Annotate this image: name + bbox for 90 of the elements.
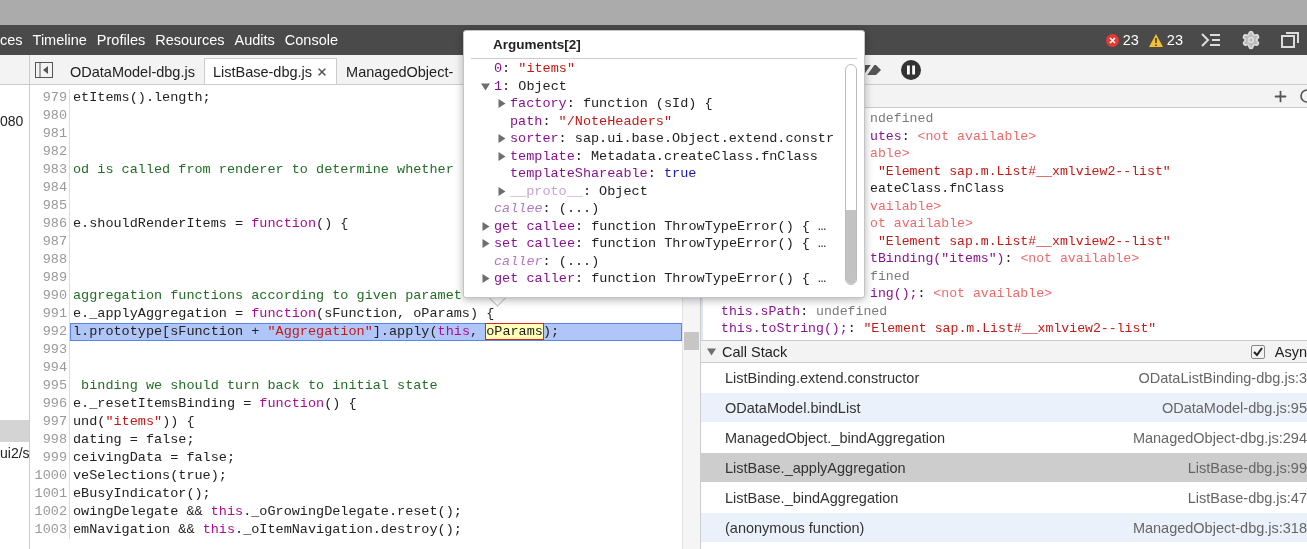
code-line: dating = false;	[72, 431, 196, 449]
code-line: aggregation functions according to given paramet	[72, 287, 463, 305]
file-tab[interactable]: ListBase-dbg.js	[203, 58, 338, 84]
watch-expression: fined	[870, 267, 910, 285]
function-name: ListBase._bindAggregation	[725, 489, 899, 506]
caret-right-icon[interactable]	[481, 274, 490, 284]
source-location: ListBase-dbg.js:47	[1187, 489, 1307, 506]
panel-tab[interactable]: Profiles	[91, 25, 151, 55]
file-tab[interactable]: ManagedObject-	[337, 58, 463, 84]
code-line: veSelections(true);	[72, 467, 228, 485]
close-icon[interactable]	[316, 66, 329, 78]
code-line: e.shouldRenderItems = function() {	[72, 215, 350, 233]
panel-tab[interactable]: Console	[279, 25, 344, 55]
watch-expression: ot available>	[870, 215, 973, 233]
call-frame-row[interactable]: ListBase._applyAggregation ListBase-dbg.js:99	[701, 453, 1307, 483]
watch-expression: this.toString();: "Element sap.m.List#__xmlview2--list"	[721, 320, 1157, 338]
watch-expression: tBinding("items"): <not available>	[870, 250, 1140, 268]
error-count: 23	[1122, 32, 1139, 48]
watch-expression: utes: <not available>	[870, 127, 1037, 145]
property-text: 1: Object	[494, 77, 567, 95]
panel-tab[interactable]: ces	[0, 25, 28, 55]
pause-icon[interactable]	[901, 59, 921, 80]
scrollbar[interactable]	[845, 64, 857, 285]
popover-title: Arguments[2]	[493, 37, 581, 52]
panel-tab[interactable]: Resources	[150, 25, 230, 55]
file-tab[interactable]: ODataModel-dbg.js	[61, 58, 204, 84]
property-text: template: Metadata.createClass.fnClass	[510, 147, 818, 165]
property-text: set callee: function ThrowTypeError() { …	[494, 235, 827, 253]
caret-down-icon[interactable]	[481, 81, 490, 91]
source-location: ODataListBinding-dbg.js:3	[1138, 369, 1307, 386]
code-line: e._resetItemsBinding = function() {	[72, 395, 358, 413]
async-checkbox[interactable]	[1250, 344, 1265, 359]
function-name: ManagedObject._bindAggregation	[725, 429, 946, 446]
property-text: sorter: sap.ui.base.Object.extend.constr	[510, 130, 835, 148]
code-line: und("items")) {	[72, 413, 196, 431]
sidebar-toggle-icon[interactable]	[35, 61, 53, 78]
console-drawer-icon[interactable]	[1201, 33, 1221, 47]
source-location: ODataModel-dbg.js:95	[1161, 399, 1307, 416]
property-text: caller: (...)	[494, 252, 600, 270]
caret-right-icon[interactable]	[497, 186, 506, 196]
code-line: binding we should turn back to initial state	[80, 377, 439, 395]
file-name: 080	[0, 113, 24, 129]
section-title: Call Stack	[722, 343, 788, 360]
property-text: templateShareable: true	[510, 165, 697, 183]
source-location: ManagedObject-dbg.js:294	[1132, 429, 1307, 446]
file-tree-item[interactable]: 080	[0, 110, 29, 132]
source-location: ListBase-dbg.js:99	[1187, 459, 1307, 476]
code-line: eBusyIndicator();	[72, 485, 212, 503]
watch-expression: "Element sap.m.List#__xmlview2--list"	[876, 232, 1171, 250]
property-text: factory: function (sId) {	[510, 95, 713, 113]
panel-tab[interactable]: Audits	[229, 25, 280, 55]
watch-expression: ing();: <not available>	[870, 285, 1053, 303]
call-frame-row[interactable]: ODataModel.bindList ODataModel-dbg.js:95	[701, 393, 1307, 423]
function-name: ListBinding.extend.constructor	[725, 369, 920, 386]
code-line: ceivingData = false;	[72, 449, 237, 467]
function-name: (anonymous function)	[725, 519, 865, 536]
property-text: callee: (...)	[494, 200, 600, 218]
source-location: ManagedObject-dbg.js:318	[1132, 519, 1307, 536]
property-text: get callee: function ThrowTypeError() { …	[494, 217, 827, 235]
caret-right-icon[interactable]	[497, 151, 506, 161]
watch-expression: this.sPath: undefined	[721, 302, 888, 320]
async-label: Asyn	[1274, 343, 1307, 360]
code-line: emNavigation && this._oItemNavigation.destroy();	[72, 521, 463, 539]
function-name: ODataModel.bindList	[725, 399, 861, 416]
caret-right-icon[interactable]	[497, 99, 506, 109]
property-text: __proto__: Object	[510, 182, 648, 200]
watch-expression: vailable>	[870, 197, 942, 215]
property-text: path: "/NoteHeaders"	[510, 112, 673, 130]
property-text: 0: "items"	[494, 60, 576, 78]
code-line: e._applyAggregation = function(sFunction, oParams) {	[72, 305, 496, 323]
code-line: od is called from renderer to determine whether	[72, 161, 455, 179]
caret-down-icon[interactable]	[707, 347, 716, 356]
panel-tab[interactable]: Timeline	[27, 25, 92, 55]
settings-icon[interactable]	[1241, 30, 1261, 50]
code-line: owingDelegate && this._oGrowingDelegate.reset();	[72, 503, 463, 521]
watch-expression: "Element sap.m.List#__xmlview2--list"	[876, 162, 1171, 180]
code-line: etItems().length;	[72, 89, 212, 107]
warning-count: 23	[1166, 32, 1183, 48]
caret-right-icon[interactable]	[497, 134, 506, 144]
error-icon	[1105, 33, 1119, 47]
caret-right-icon[interactable]	[481, 239, 490, 249]
watch-expression: ndefined	[870, 110, 934, 128]
watch-expression: eateClass.fnClass	[870, 180, 1005, 198]
caret-right-icon[interactable]	[481, 221, 490, 231]
call-frame-row[interactable]: (anonymous function) ManagedObject-dbg.js:318	[701, 513, 1307, 543]
function-name: ListBase._applyAggregation	[725, 459, 906, 476]
watch-expression: able>	[870, 145, 910, 163]
warning-icon	[1148, 33, 1163, 47]
property-text: get caller: function ThrowTypeError() { …	[494, 270, 827, 288]
dock-icon[interactable]	[1281, 32, 1299, 48]
